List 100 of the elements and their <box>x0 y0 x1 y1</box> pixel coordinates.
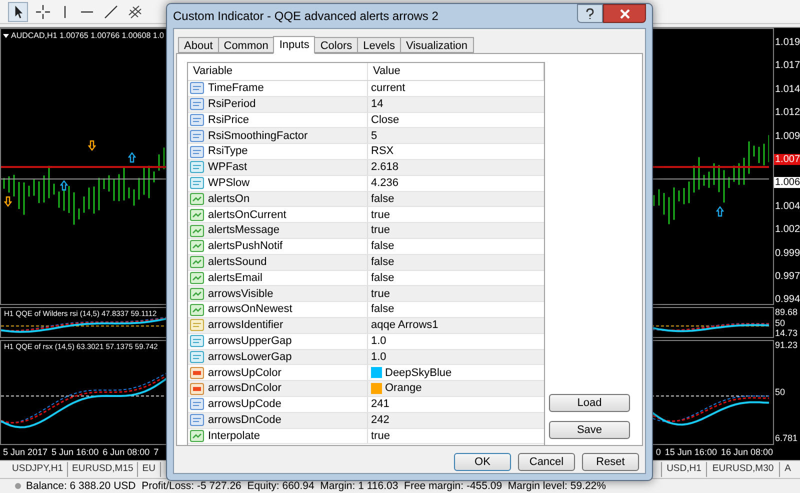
color-type-icon <box>190 382 204 395</box>
variable-value: 5 <box>371 128 378 144</box>
input-row[interactable]: RsiSmoothingFactor 5 <box>188 128 544 144</box>
side-button[interactable]: Load <box>549 394 630 412</box>
variable-name: alertsEmail <box>208 270 262 286</box>
trendline-tool-icon[interactable] <box>102 2 120 20</box>
input-row[interactable]: arrowsVisible true <box>188 286 544 302</box>
price-axis-label: 1.012 <box>774 107 800 118</box>
variable-name: arrowsIdentifier <box>208 318 284 334</box>
input-row[interactable]: arrowsDnColor Orange <box>188 381 544 397</box>
input-row[interactable]: Interpolate true <box>188 428 544 444</box>
string-type-icon <box>190 319 204 332</box>
input-row[interactable]: arrowsOnNewest false <box>188 302 544 318</box>
input-row[interactable]: RsiPeriod 14 <box>188 96 544 113</box>
variable-name: WPSlow <box>208 176 250 191</box>
input-row[interactable]: alertsPushNotif false <box>188 238 544 255</box>
dialog-tab[interactable]: About <box>178 37 219 53</box>
int-type-icon <box>190 130 204 142</box>
time-axis-label: 15 Jun 16:00 <box>664 446 717 459</box>
chart-tab[interactable]: EURUSD,M30 <box>706 462 779 477</box>
variable-value: 1.0 <box>371 334 386 349</box>
double-type-icon <box>190 335 204 348</box>
int-type-icon <box>190 114 204 126</box>
variable-value: Orange <box>385 381 422 396</box>
price-axis-label: 1.002 <box>774 224 800 236</box>
dialog-tab[interactable]: Levels <box>357 37 401 53</box>
chart-tab[interactable]: A <box>778 462 796 477</box>
chart-tab[interactable]: EU <box>138 462 160 477</box>
indicator-axis-label: 6.781 <box>774 433 799 444</box>
input-row[interactable]: arrowsUpColor DeepSkyBlue <box>188 365 544 382</box>
input-row[interactable]: arrowsUpperGap 1.0 <box>188 334 544 350</box>
bool-type-icon <box>190 304 204 316</box>
input-row[interactable]: alertsEmail false <box>188 270 544 286</box>
input-row[interactable]: alertsSound false <box>188 254 544 271</box>
input-row[interactable]: RsiType RSX <box>188 144 544 160</box>
dialog-tab[interactable]: Common <box>218 37 274 53</box>
variable-name: alertsSound <box>208 254 267 270</box>
price-axis-label: 1.004 <box>774 200 800 212</box>
channel-tool-icon[interactable] <box>126 2 144 20</box>
pointer-tool-icon[interactable] <box>8 2 28 22</box>
time-axis-label: 5 Jun 2017 <box>3 446 48 459</box>
variable-name: arrowsDnColor <box>208 381 282 396</box>
up-arrow-marker <box>716 206 724 217</box>
variable-value: RSX <box>371 144 394 160</box>
variable-name: alertsOnCurrent <box>208 208 286 223</box>
input-row[interactable]: alertsMessage true <box>188 223 544 239</box>
input-row[interactable]: RsiPrice Close <box>188 112 544 128</box>
variable-value: 14 <box>371 96 384 112</box>
variable-name: RsiSmoothingFactor <box>208 128 308 144</box>
variable-value: false <box>371 192 394 207</box>
dropdown-triangle-icon[interactable] <box>3 34 9 38</box>
dialog-tab[interactable]: Inputs <box>273 36 316 54</box>
input-row[interactable]: arrowsUpCode 241 <box>188 396 544 413</box>
input-row[interactable]: alertsOn false <box>188 192 544 208</box>
variable-name: arrowsDnCode <box>208 412 282 428</box>
variable-value: aqqe Arrows1 <box>371 318 438 334</box>
variable-value: false <box>371 239 394 254</box>
help-button[interactable] <box>577 4 603 23</box>
dialog-tab[interactable]: Visualization <box>400 37 474 53</box>
variable-value: 1.0 <box>371 350 386 365</box>
chart-tab[interactable]: USDJPY,H1 <box>8 462 68 477</box>
variable-value: 2.618 <box>371 160 399 176</box>
variable-name: arrowsUpColor <box>208 366 282 380</box>
variable-value: true <box>371 286 390 302</box>
price-axis-label: 1.014 <box>774 84 800 95</box>
input-row[interactable]: WPFast 2.618 <box>188 160 544 176</box>
price-axis-label: 1.006 <box>774 177 800 188</box>
down-arrow-marker <box>88 140 96 151</box>
time-axis-label: 5 Jun 16:00 <box>52 446 99 459</box>
input-row[interactable]: arrowsIdentifier aqqe Arrows1 <box>188 318 544 334</box>
input-row[interactable]: arrowsLowerGap 1.0 <box>188 350 544 366</box>
dialog-button[interactable]: OK <box>454 453 511 471</box>
dialog-button[interactable]: Reset <box>582 453 639 471</box>
indicator-axis-label: 89.68 <box>774 307 799 318</box>
status-icon <box>14 482 22 490</box>
color-type-icon <box>190 366 204 379</box>
input-row[interactable]: arrowsDnCode 242 <box>188 412 544 429</box>
variable-name: arrowsOnNewest <box>208 302 292 318</box>
chart-tab[interactable]: EURUSD,M15 <box>68 462 138 477</box>
time-axis-label: 16 Jun 08:00 <box>720 446 773 459</box>
variable-name: RsiType <box>208 144 248 160</box>
indicator-axis-label: 91.23 <box>774 340 799 350</box>
dialog-tab[interactable]: Colors <box>314 37 358 53</box>
crosshair-tool-icon[interactable] <box>34 2 52 20</box>
input-row[interactable]: TimeFrame current <box>188 81 544 97</box>
price-axis-label: 1.019 <box>774 37 800 48</box>
column-header[interactable]: Value <box>368 63 544 80</box>
close-button[interactable] <box>603 4 646 23</box>
double-type-icon <box>190 350 204 363</box>
dialog-title: Custom Indicator - QQE advanced alerts arrows 2 <box>173 8 438 25</box>
chart-tab[interactable]: USD,H1 <box>660 462 706 477</box>
column-header[interactable]: Variable <box>188 63 368 80</box>
int-type-icon <box>190 146 204 158</box>
up-arrow-marker <box>60 180 68 191</box>
input-row[interactable]: WPSlow 4.236 <box>188 176 544 192</box>
input-row[interactable]: alertsOnCurrent true <box>188 207 544 224</box>
dialog-button[interactable]: Cancel <box>518 453 575 471</box>
bool-type-icon <box>190 430 204 442</box>
variable-name: arrowsUpCode <box>208 397 282 412</box>
side-button[interactable]: Save <box>549 421 630 439</box>
